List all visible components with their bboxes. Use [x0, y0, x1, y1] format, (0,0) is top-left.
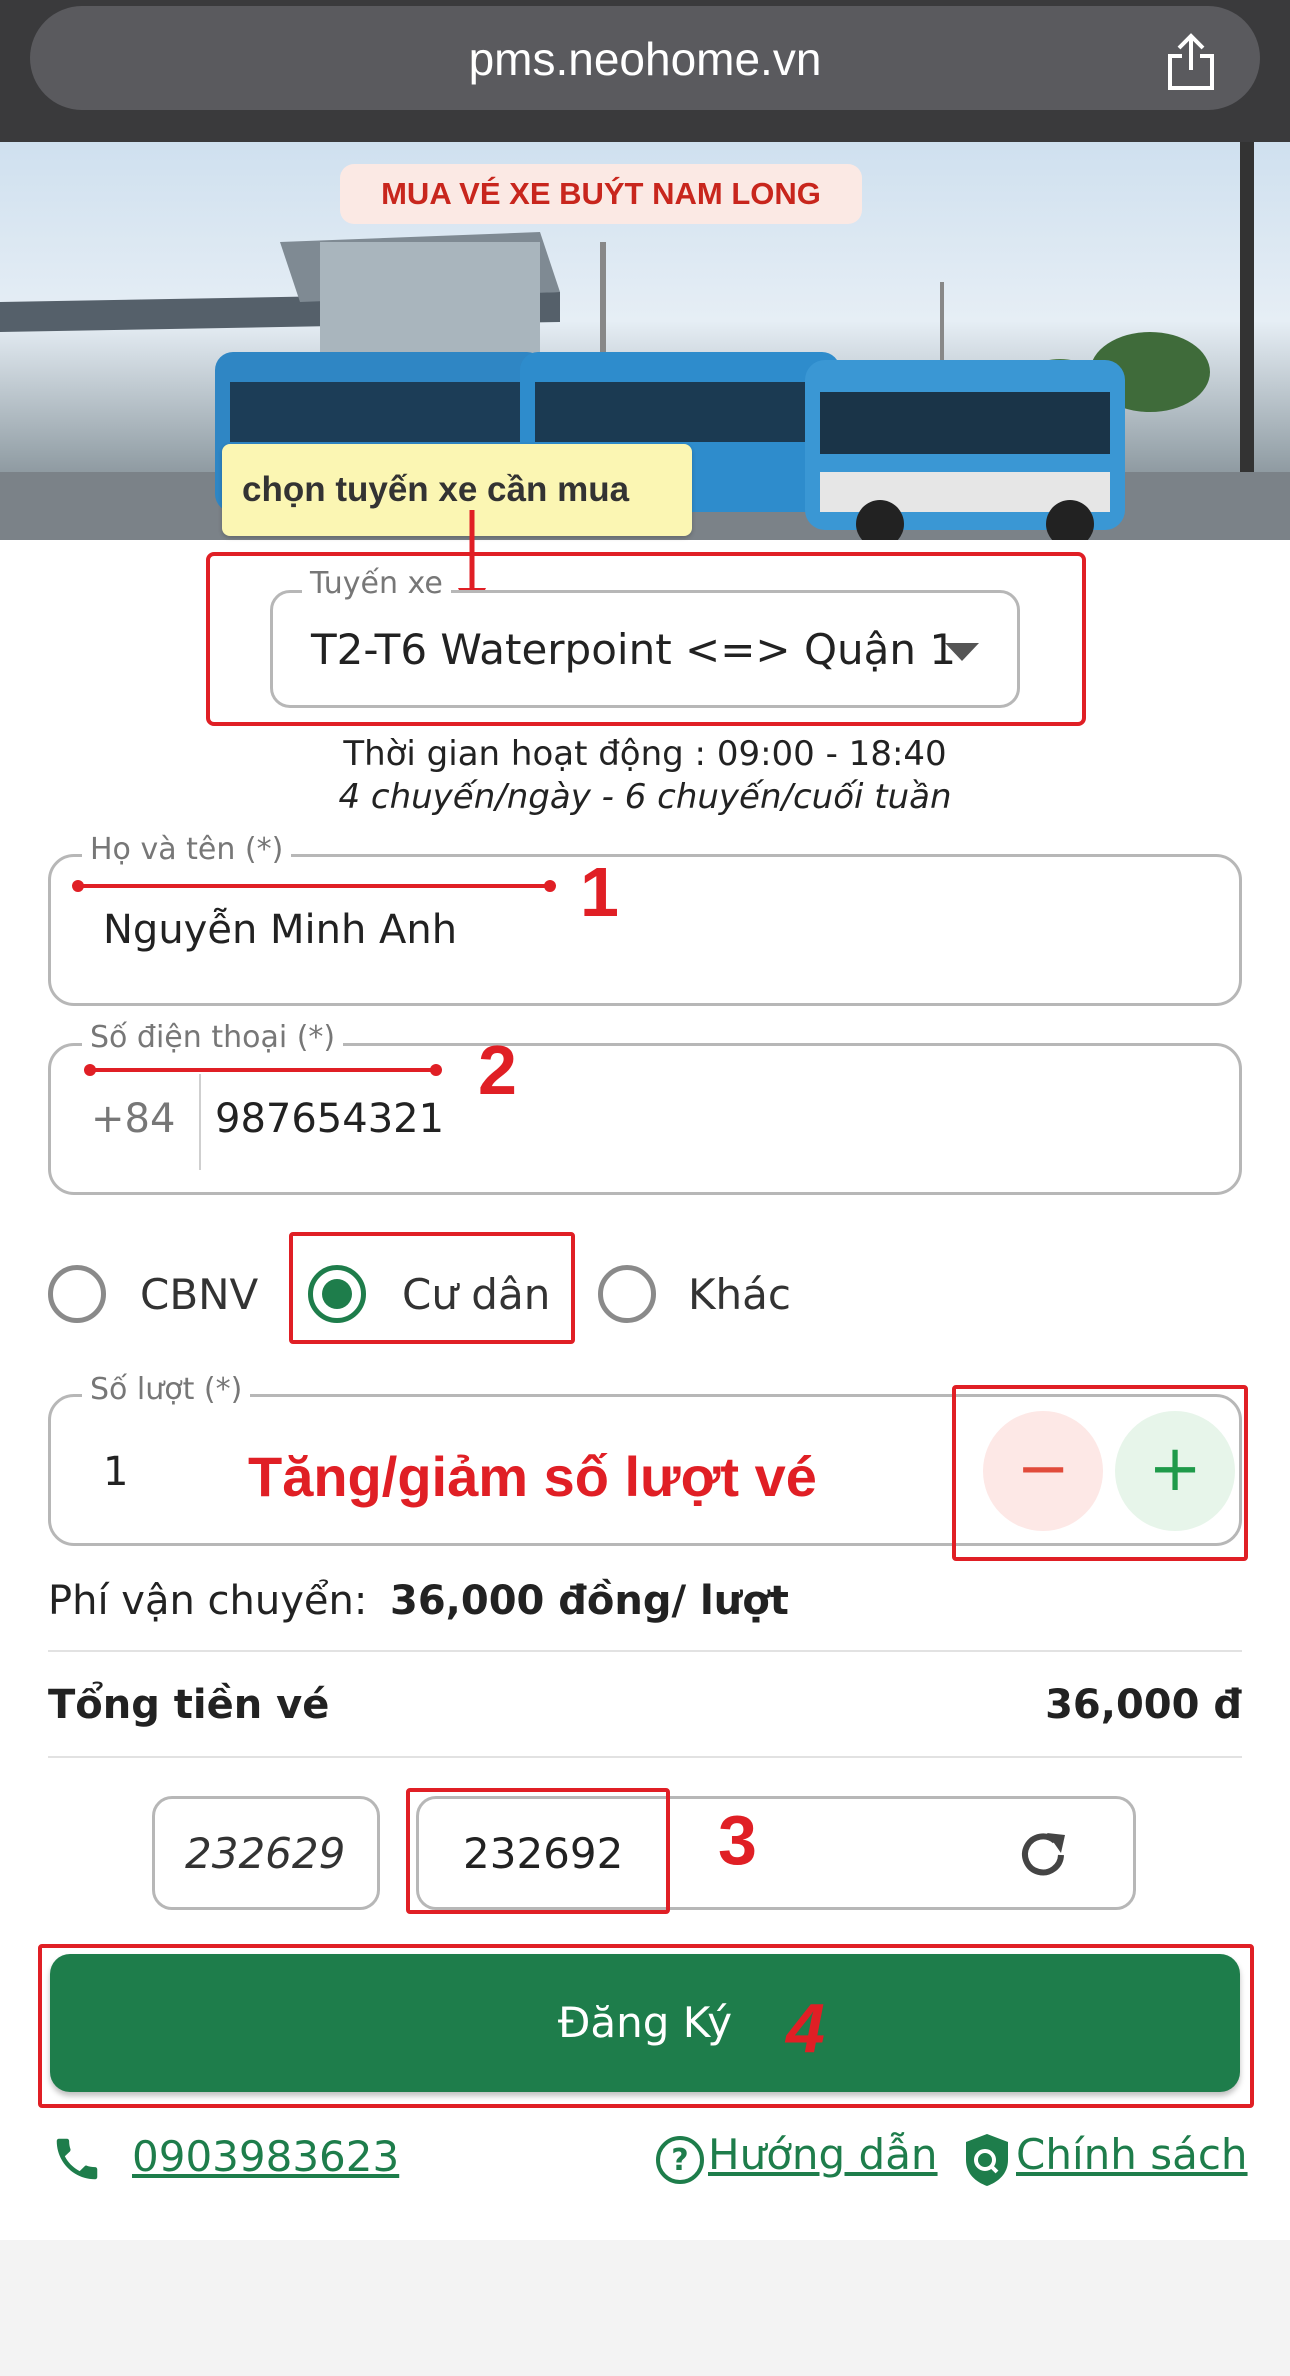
captcha-text: 232629 [185, 1829, 346, 1878]
annotation-underline-2 [84, 1064, 442, 1076]
shield-icon [966, 2134, 1008, 2186]
full-name-label: Họ và tên (*) [82, 832, 292, 867]
operating-hours: Thời gian hoạt động : 09:00 - 18:40 [343, 734, 947, 774]
register-button-label: Đăng Ký [557, 1998, 733, 2047]
route-value: T2-T6 Waterpoint <=> Quận 1 [311, 625, 957, 674]
annotation-number-2: 2 [478, 1031, 517, 1109]
route-select[interactable]: T2-T6 Waterpoint <=> Quận 1 [270, 590, 1020, 708]
fee-label: Phí vận chuyển: [48, 1578, 368, 1624]
decrease-button[interactable]: − [983, 1411, 1103, 1531]
radio-label-other: Khác [688, 1270, 791, 1319]
route-label: Tuyến xe [302, 566, 451, 601]
refresh-icon[interactable] [1015, 1827, 1071, 1883]
captcha-highlight [406, 1788, 670, 1914]
full-name-field[interactable]: Nguyễn Minh Anh [48, 854, 1242, 1006]
radio-resident[interactable] [308, 1265, 366, 1323]
stepper-annotation: Tăng/giảm số lượt vé [248, 1445, 817, 1508]
banner-title: MUA VÉ XE BUÝT NAM LONG [340, 164, 862, 224]
address-bar[interactable]: pms.neohome.vn [30, 6, 1260, 110]
total-label: Tổng tiền vé [48, 1682, 330, 1728]
phone-field[interactable]: +84 987654321 [48, 1043, 1242, 1195]
trip-frequency: 4 chuyến/ngày - 6 chuyến/cuối tuần [338, 777, 952, 817]
page-bottom [0, 2240, 1290, 2376]
divider [48, 1756, 1242, 1758]
hotline-link[interactable]: 0903983623 [132, 2132, 399, 2181]
total-value: 36,000 đ [1045, 1682, 1242, 1728]
annotation-number-1: 1 [580, 853, 619, 931]
share-icon[interactable] [1164, 32, 1218, 92]
prefix-divider [199, 1074, 201, 1170]
radio-cbnv[interactable] [48, 1265, 106, 1323]
fee-value: 36,000 đồng/ lượt [390, 1578, 789, 1624]
url-text: pms.neohome.vn [468, 33, 822, 85]
quantity-label: Số lượt (*) [82, 1372, 251, 1407]
captcha-code: 232629 [152, 1796, 380, 1910]
policy-link[interactable]: Chính sách [1016, 2130, 1248, 2179]
phone-value: 987654321 [215, 1096, 445, 1142]
help-icon: ? [656, 2136, 704, 2184]
radio-other[interactable] [598, 1265, 656, 1323]
annotation-number-3: 3 [718, 1801, 757, 1879]
guide-link[interactable]: Hướng dẫn [708, 2130, 938, 2179]
radio-label-cbnv: CBNV [140, 1270, 259, 1319]
dropdown-arrow-icon [945, 643, 979, 661]
divider [48, 1650, 1242, 1652]
radio-label-resident: Cư dân [402, 1270, 551, 1319]
quantity-value: 1 [103, 1449, 129, 1495]
annotation-number-4: 4 [786, 1989, 825, 2067]
phone-prefix: +84 [91, 1096, 176, 1142]
increase-button[interactable]: + [1115, 1411, 1235, 1531]
annotation-underline-1 [72, 880, 556, 892]
register-button[interactable]: Đăng Ký [50, 1954, 1240, 2092]
browser-toolbar: pms.neohome.vn [0, 0, 1290, 142]
full-name-value: Nguyễn Minh Anh [103, 907, 458, 953]
phone-icon [56, 2138, 98, 2180]
svg-text:?: ? [671, 2143, 688, 2178]
phone-label: Số điện thoại (*) [82, 1020, 344, 1055]
